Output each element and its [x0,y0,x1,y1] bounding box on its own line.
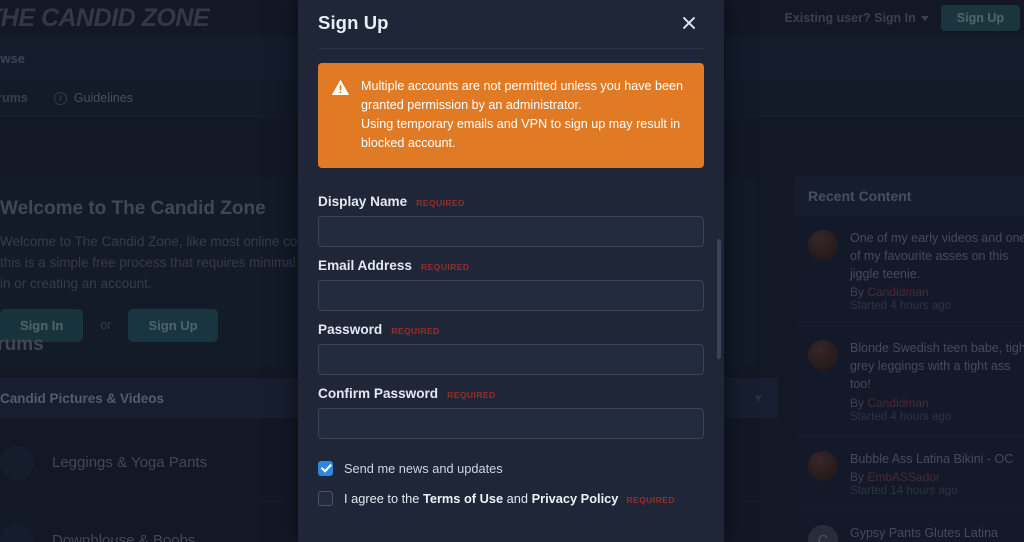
field-label-row: Confirm Password REQUIRED [318,386,704,401]
page-title: Sign Up [318,12,389,33]
password-input[interactable] [318,343,704,375]
display-name-label: Display Name [318,193,408,209]
modal-header: Sign Up [298,0,724,48]
email-field[interactable] [318,279,704,311]
field-display-name: Display Name REQUIRED [318,194,704,247]
field-password: Password REQUIRED [318,322,704,375]
terms-checkbox-row[interactable]: I agree to the Terms of Use and Privacy … [318,490,704,506]
required-badge: REQUIRED [416,197,465,208]
terms-pre: I agree to the [344,490,423,506]
warning-alert: Multiple accounts are not permitted unle… [318,63,704,168]
field-confirm-password: Confirm Password REQUIRED [318,386,704,439]
signup-modal: Sign Up Multiple accounts are not permit… [298,0,724,542]
close-icon[interactable] [676,10,702,36]
warning-triangle-icon [331,78,350,154]
field-email-address: Email Address REQUIRED [318,258,704,311]
required-badge: REQUIRED [447,389,496,400]
terms-mid: and [503,490,532,506]
confirm-password-label: Confirm Password [318,385,439,401]
terms-checkbox[interactable] [318,490,333,506]
terms-of-use-link[interactable]: Terms of Use [423,491,503,506]
required-badge: REQUIRED [420,261,470,272]
modal-body: Multiple accounts are not permitted unle… [298,49,724,542]
newsletter-checkbox[interactable] [318,460,333,476]
email-address-label: Email Address [318,257,412,273]
terms-checkbox-label: I agree to the Terms of Use and Privacy … [344,491,675,506]
field-label-row: Email Address REQUIRED [318,258,704,273]
screen: THE CANDID ZONE Existing user? Sign In S… [0,0,1024,542]
confirm-password-input[interactable] [318,407,704,439]
required-badge: REQUIRED [626,494,675,505]
password-label: Password [318,321,383,337]
privacy-policy-link[interactable]: Privacy Policy [532,491,619,506]
newsletter-checkbox-label: Send me news and updates [344,460,503,476]
field-label-row: Display Name REQUIRED [318,194,704,209]
alert-message: Multiple accounts are not permitted unle… [361,79,684,151]
newsletter-checkbox-row[interactable]: Send me news and updates [318,460,704,476]
required-badge: REQUIRED [391,325,440,336]
modal-scrollbar[interactable] [717,239,721,359]
display-name-input[interactable] [318,215,704,247]
checkbox-group: Send me news and updates I agree to the … [318,457,704,506]
field-label-row: Password REQUIRED [318,322,704,337]
